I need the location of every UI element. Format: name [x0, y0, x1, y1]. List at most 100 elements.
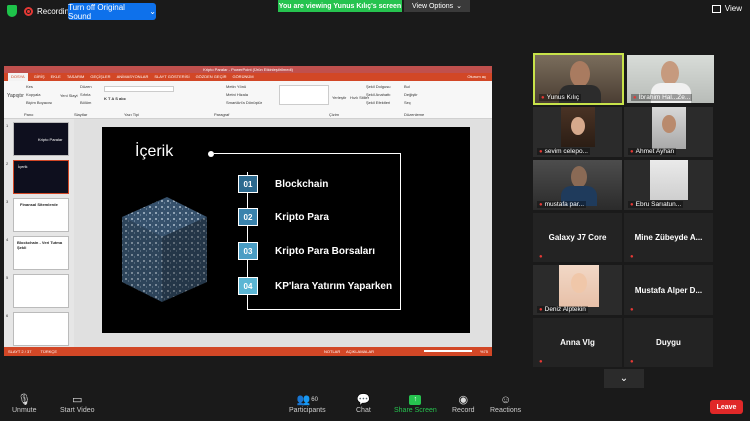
view-options-button[interactable]: View Options ⌄	[404, 0, 470, 12]
participant-tile[interactable]: Mustafa Alper D... ●	[624, 265, 713, 315]
participant-face	[571, 117, 585, 135]
ppt-status-bar: SLAYT 2 / 37 TÜRKÇE NOTLAR AÇIKLAMALAR %…	[4, 347, 492, 356]
ppt-tab-insert[interactable]: EKLE	[51, 73, 61, 81]
participant-tile[interactable]: ● mustafa par...	[533, 160, 622, 210]
slide-thumbnail[interactable]	[13, 312, 69, 346]
participant-tile[interactable]: Duygu ●	[624, 318, 713, 367]
participant-tile[interactable]: ● Ebru Sarıatun...	[624, 160, 713, 210]
unmute-label: Unmute	[12, 407, 37, 414]
ppt-replace-button[interactable]: Değiştir	[404, 92, 418, 97]
ppt-cut-button[interactable]: Kes	[26, 84, 33, 89]
participant-face	[571, 273, 587, 293]
ppt-layout-button[interactable]: Düzen	[80, 84, 92, 89]
slide-thumbnail[interactable]	[13, 274, 69, 308]
mic-status: ●	[628, 307, 636, 313]
ppt-shape-outline-button[interactable]: Şekil Anahattı	[366, 92, 390, 97]
reactions-button[interactable]: ☺ Reactions	[490, 392, 522, 415]
leave-button[interactable]: Leave	[710, 400, 743, 414]
ppt-section-button[interactable]: Bölüm	[80, 100, 91, 105]
ppt-tab-review[interactable]: GÖZDEN GEÇİR	[196, 73, 227, 81]
ppt-group-paragraph: Paragraf	[214, 112, 230, 117]
thumb-title: İçerik	[18, 164, 28, 169]
slide-thumbnail[interactable]: Finansal Sitemlerde	[13, 198, 69, 232]
ppt-select-button[interactable]: Seç	[404, 100, 411, 105]
ppt-tab-design[interactable]: TASARIM	[67, 73, 84, 81]
participant-name-large: Mine Zübeyde A...	[634, 233, 703, 242]
ppt-arrange-button[interactable]: Yerleştir	[332, 95, 346, 100]
participant-tile[interactable]: ● Ahmet Ayhan	[624, 107, 713, 157]
slide-thumbnail[interactable]: Kripto Paralar	[13, 122, 69, 156]
chevron-down-icon[interactable]: ⌄	[149, 7, 156, 16]
participant-name: ● Ebru Sarıatun...	[628, 201, 684, 208]
ppt-group-editing: Düzenleme	[404, 112, 425, 117]
participants-button[interactable]: 👥 60 Participants	[289, 392, 326, 414]
chat-button[interactable]: 💬 Chat	[356, 392, 371, 414]
ppt-font-format-buttons[interactable]: K T A S abc	[104, 96, 126, 101]
thumb-number: 4	[6, 237, 9, 242]
ppt-new-slide-button[interactable]: Yeni Slayt	[60, 93, 78, 98]
participant-tile[interactable]: Mine Zübeyde A... ●	[624, 213, 713, 262]
ppt-align-text-button[interactable]: Metni Hizala	[226, 92, 248, 97]
ppt-ribbon: Yapıştır Kes Kopyala Biçim Boyacısı Yeni…	[4, 81, 492, 119]
ppt-tab-home[interactable]: GİRİŞ	[34, 73, 45, 81]
ppt-paste-button[interactable]: Yapıştır	[7, 93, 24, 99]
ppt-zoom-slider[interactable]	[424, 350, 472, 352]
share-screen-label: Share Screen	[394, 407, 437, 414]
mic-muted-icon: ●	[630, 148, 634, 155]
ppt-shape-fill-button[interactable]: Şekil Dolgusu	[366, 84, 390, 89]
title-dot-marker	[208, 151, 214, 157]
frame-line-right	[400, 153, 401, 309]
ppt-tab-transitions[interactable]: GEÇİŞLER	[90, 73, 110, 81]
participant-tile[interactable]: ● İbrahim Hal...Ze...	[627, 55, 714, 103]
participant-tile[interactable]: ● sevim celepo...	[533, 107, 622, 157]
ppt-comments-button[interactable]: AÇIKLAMALAR	[346, 347, 374, 356]
start-video-button[interactable]: ▭ Start Video	[60, 392, 95, 414]
viewing-screen-banner: You are viewing Yunus Kılıç's screen	[278, 0, 402, 12]
record-button[interactable]: ◉ Record	[452, 392, 475, 414]
reactions-smiley-icon: ☺	[499, 393, 512, 406]
item-text: KP'lara Yatırım Yaparken	[275, 280, 393, 292]
slide-thumbnail-selected[interactable]: İçerik	[13, 160, 69, 194]
participant-name-large: Anna Vlg	[560, 338, 595, 347]
participant-name: ● mustafa par...	[537, 201, 587, 208]
participant-name-large: Galaxy J7 Core	[548, 233, 607, 242]
ppt-shapes-gallery[interactable]	[279, 85, 329, 105]
grid-view-icon	[711, 4, 721, 13]
thumb-number: 6	[6, 313, 9, 318]
slide-thumbnail[interactable]: Blockchain - Veri Tutma Şekli	[13, 236, 69, 270]
chat-bubble-icon: 💬	[356, 394, 371, 406]
ppt-copy-button[interactable]: Kopyala	[26, 92, 40, 97]
participant-tile[interactable]: Anna Vlg ●	[533, 318, 622, 367]
thumb-title: Finansal Sitemlerde	[20, 202, 58, 207]
thumb-title: Kripto Paralar	[38, 137, 63, 142]
participant-tile[interactable]: ● Deniz Alptekin	[533, 265, 622, 315]
ppt-signin-link[interactable]: Oturum aç	[467, 73, 486, 81]
ppt-shape-effects-button[interactable]: Şekil Efektleri	[366, 100, 390, 105]
share-screen-button[interactable]: ↑ Share Screen	[394, 392, 437, 414]
ppt-tab-animations[interactable]: ANİMASYONLAR	[117, 73, 149, 81]
mic-muted-icon: ●	[539, 359, 543, 365]
shared-powerpoint-window: Kripto Paralar - PowerPoint (Ürün Etkinl…	[4, 66, 492, 356]
chevron-down-icon: ⌄	[456, 3, 462, 10]
video-camera-off-icon: ▭	[72, 394, 83, 406]
participant-tile[interactable]: Galaxy J7 Core ●	[533, 213, 622, 262]
ppt-reset-button[interactable]: Sıfırla	[80, 92, 90, 97]
ppt-tab-slideshow[interactable]: SLAYT GÖSTERİSİ	[154, 73, 189, 81]
ppt-tab-view[interactable]: GÖRÜNÜM	[232, 73, 253, 81]
ppt-notes-button[interactable]: NOTLAR	[324, 347, 340, 356]
participant-tile-active-speaker[interactable]: ● Yunus Kılıç	[533, 53, 624, 105]
ppt-tab-file[interactable]: DOSYA	[8, 73, 28, 81]
ppt-find-button[interactable]: Bul	[404, 84, 410, 89]
ppt-smartart-button[interactable]: SmartArt'a Dönüştür	[226, 100, 262, 105]
unmute-button[interactable]: 🎙 Unmute	[12, 392, 37, 414]
turn-off-original-sound-button[interactable]: Turn off Original Sound ⌄	[68, 3, 156, 21]
current-slide[interactable]: İçerik 01 Blockchain 02 Kripto Para 03 K…	[102, 127, 470, 333]
view-button[interactable]: View	[711, 4, 742, 13]
reactions-label: Reactions	[490, 407, 522, 414]
thumb-number: 2	[6, 161, 9, 166]
next-page-button[interactable]: ⌄	[604, 369, 644, 388]
ppt-format-painter-button[interactable]: Biçim Boyacısı	[26, 100, 52, 105]
ppt-font-selector[interactable]	[104, 86, 174, 92]
ppt-text-direction-button[interactable]: Metin Yönü	[226, 84, 246, 89]
content-item: 01 Blockchain	[238, 175, 328, 193]
